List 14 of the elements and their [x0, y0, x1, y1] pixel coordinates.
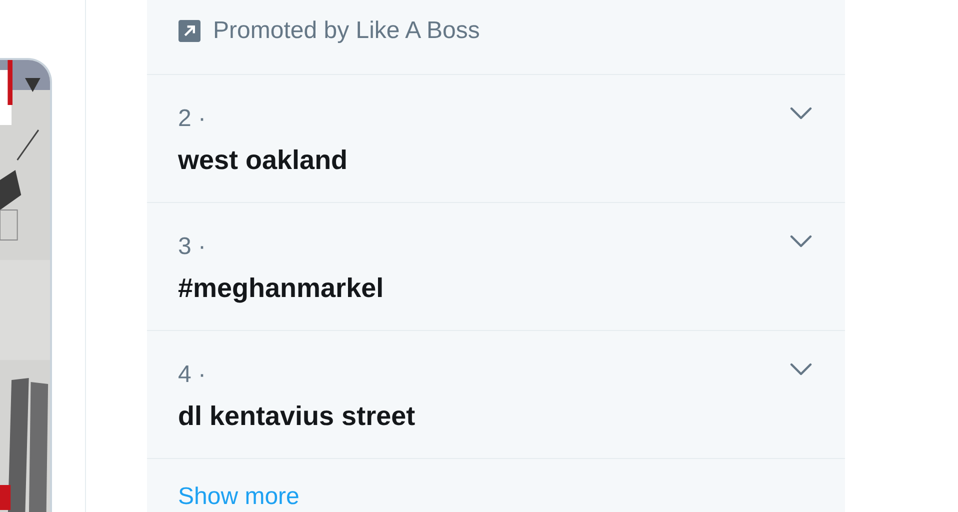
chevron-down-icon[interactable]: [790, 363, 812, 376]
promoted-icon: [178, 20, 201, 42]
trend-item[interactable]: 3 · #meghanmarkel: [147, 203, 845, 331]
trend-name: dl kentavius street: [178, 400, 416, 432]
chevron-down-icon[interactable]: [790, 107, 812, 120]
trend-rank: 2 ·: [178, 105, 206, 133]
trend-item[interactable]: 2 · west oakland: [147, 75, 845, 203]
trend-name: west oakland: [178, 144, 348, 176]
trend-item[interactable]: 4 · dl kentavius street: [147, 331, 845, 459]
trend-rank: 3 ·: [178, 233, 206, 261]
trend-rank: 4 ·: [178, 361, 206, 389]
trend-name: #meghanmarkel: [178, 272, 384, 304]
chevron-down-icon[interactable]: [790, 235, 812, 248]
promoted-label: Promoted by Like A Boss: [213, 17, 480, 45]
